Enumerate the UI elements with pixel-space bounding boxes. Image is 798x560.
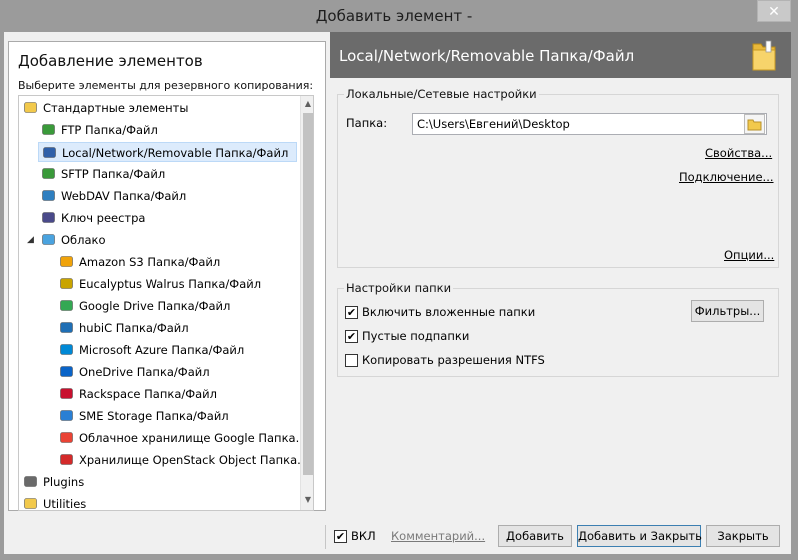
tree-item-label: Eucalyptus Walrus Папка/Файл [79, 277, 262, 291]
amazon-s3-icon [59, 254, 74, 269]
tree-item[interactable]: Rackspace Папка/Файл [56, 384, 297, 404]
tree-item[interactable]: SME Storage Папка/Файл [56, 406, 297, 426]
tree-item-label: SFTP Папка/Файл [61, 167, 166, 181]
tree-item-label: WebDAV Папка/Файл [61, 189, 187, 203]
tree-item-label: Облачное хранилище Google Папка... [79, 431, 307, 445]
checkbox-label: Копировать разрешения NTFS [362, 353, 545, 367]
scroll-up-arrow-icon[interactable]: ▲ [301, 96, 313, 112]
folder-label: Папка: [346, 116, 388, 130]
openstack-icon [59, 452, 74, 467]
tree-item-label: Local/Network/Removable Папка/Файл [62, 146, 289, 160]
tree-item-label: Plugins [43, 475, 85, 489]
close-window-button[interactable]: ✕ [757, 0, 791, 22]
onedrive-icon [59, 364, 74, 379]
items-panel: Добавление элементов Выберите элементы д… [8, 41, 326, 511]
tree-item[interactable]: FTP Папка/Файл [38, 120, 297, 140]
tree-item-label: OneDrive Папка/Файл [79, 365, 210, 379]
computer-icon [42, 145, 57, 160]
tree-item[interactable]: OneDrive Папка/Файл [56, 362, 297, 382]
checkbox-box[interactable]: ✔ [334, 530, 347, 543]
tree-item-label: Стандартные элементы [43, 101, 189, 115]
tree-item[interactable]: Eucalyptus Walrus Папка/Файл [56, 274, 297, 294]
tree-item-label: Rackspace Папка/Файл [79, 387, 218, 401]
folder-icon [23, 100, 38, 115]
plugins-icon [23, 474, 38, 489]
tree-item[interactable]: Облачное хранилище Google Папка... [56, 428, 307, 448]
collapse-icon[interactable]: ◢ [27, 236, 36, 245]
window-title: Добавить элемент - [315, 7, 473, 25]
tree-item-label: SME Storage Папка/Файл [79, 409, 229, 423]
tree-item[interactable]: SFTP Папка/Файл [38, 164, 297, 184]
item-header: Local/Network/Removable Папка/Файл [330, 32, 791, 78]
ftp-icon [41, 122, 56, 137]
tree-item-label: Utilities [43, 497, 87, 511]
tree-item[interactable]: Local/Network/Removable Папка/Файл [38, 142, 297, 162]
group-label: Локальные/Сетевые настройки [344, 87, 539, 101]
title-bar[interactable]: Добавить элемент - ✕ [0, 0, 798, 32]
tree-scrollbar[interactable]: ▲ ▼ [300, 96, 313, 510]
folder-icon [747, 119, 762, 131]
bottom-bar: ✔ ВКЛ Комментарий... Добавить Добавить и… [4, 519, 791, 554]
hubic-icon [59, 320, 74, 335]
tree-item[interactable]: WebDAV Папка/Файл [38, 186, 297, 206]
scroll-down-arrow-icon[interactable]: ▼ [301, 492, 313, 508]
comment-link[interactable]: Комментарий... [391, 529, 485, 543]
folder-large-icon [752, 40, 776, 71]
sftp-icon [41, 166, 56, 181]
panel-title: Добавление элементов [18, 52, 203, 70]
browse-folder-button[interactable] [744, 114, 765, 134]
tree-item-label: Amazon S3 Папка/Файл [79, 255, 221, 269]
add-and-close-button[interactable]: Добавить и Закрыть [577, 525, 702, 547]
webdav-icon [41, 188, 56, 203]
checkbox-box[interactable] [345, 354, 358, 367]
google-drive-icon [59, 298, 74, 313]
tree-item[interactable]: ▷Utilities [20, 494, 297, 511]
scroll-thumb[interactable] [303, 113, 313, 475]
dialog-client-area: Добавление элементов Выберите элементы д… [4, 32, 791, 554]
add-item-window: Добавить элемент - ✕ Добавление элементо… [0, 0, 798, 560]
tree-item[interactable]: hubiC Папка/Файл [56, 318, 297, 338]
filters-button[interactable]: Фильтры... [691, 300, 764, 322]
checkbox-box[interactable]: ✔ [345, 306, 358, 319]
item-header-title: Local/Network/Removable Папка/Файл [339, 47, 635, 65]
utilities-icon [23, 496, 38, 510]
checkbox-label: ВКЛ [351, 529, 376, 543]
tree-item[interactable]: Amazon S3 Папка/Файл [56, 252, 297, 272]
google-cloud-icon [59, 430, 74, 445]
tree-item[interactable]: ◢ Облако [27, 230, 297, 250]
tree-item[interactable]: Microsoft Azure Папка/Файл [56, 340, 297, 360]
tree-item-label: hubiC Папка/Файл [79, 321, 189, 335]
properties-link[interactable]: Свойства... [705, 146, 772, 160]
azure-icon [59, 342, 74, 357]
tree-item-label: Хранилище OpenStack Object Папка... [79, 453, 309, 467]
cloud-icon [41, 232, 56, 247]
tree-item[interactable]: Хранилище OpenStack Object Папка... [56, 450, 308, 470]
checkbox-box[interactable]: ✔ [345, 330, 358, 343]
eucalyptus-icon [59, 276, 74, 291]
registry-icon [41, 210, 56, 225]
tree-item-label: Ключ реестра [61, 211, 146, 225]
options-link[interactable]: Опции... [724, 248, 774, 262]
tree-item-label: FTP Папка/Файл [61, 123, 158, 137]
tree-item-label: Облако [61, 233, 106, 247]
tree-item[interactable]: Plugins [20, 472, 297, 492]
rackspace-icon [59, 386, 74, 401]
checkbox-label: Включить вложенные папки [362, 305, 536, 319]
connection-link[interactable]: Подключение... [679, 170, 774, 184]
panel-subtitle: Выберите элементы для резервного копиров… [18, 79, 314, 92]
checkbox-label: Пустые подпапки [362, 329, 470, 343]
group-label: Настройки папки [344, 281, 454, 295]
add-button[interactable]: Добавить [498, 525, 572, 547]
close-button[interactable]: Закрыть [706, 525, 780, 547]
sme-storage-icon [59, 408, 74, 423]
divider [325, 525, 326, 549]
tree-item[interactable]: Ключ реестра [38, 208, 297, 228]
tree-item[interactable]: Google Drive Папка/Файл [56, 296, 297, 316]
tree-item[interactable]: ◢Стандартные элементы [20, 98, 297, 118]
tree-item-label: Microsoft Azure Папка/Файл [79, 343, 245, 357]
tree-item-label: Google Drive Папка/Файл [79, 299, 231, 313]
folder-path-input[interactable]: C:\Users\Евгений\Desktop [412, 113, 767, 135]
items-tree[interactable]: ▷Utilities Plugins Хранилище OpenStack Obj… [18, 95, 314, 511]
